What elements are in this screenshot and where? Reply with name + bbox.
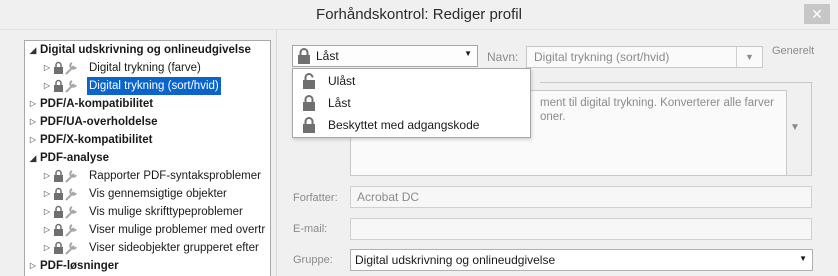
profile-tree[interactable]: ◢ Digital udskrivning og onlineudgivelse… xyxy=(24,40,271,276)
chevron-down-icon: ▼ xyxy=(464,49,472,58)
expand-arrow-icon[interactable]: ◢ xyxy=(28,41,38,59)
tree-group-pdfa[interactable]: ▷ PDF/A-kompatibilitet xyxy=(25,95,270,113)
unlock-icon xyxy=(302,73,316,92)
tree-item-label: Rapporter PDF-syntaksproblemer xyxy=(89,170,261,182)
collapse-arrow-icon[interactable]: ▷ xyxy=(42,239,52,257)
tree-group-pdf-analysis[interactable]: ◢ PDF-analyse xyxy=(25,149,270,167)
chevron-down-icon: ▼ xyxy=(799,254,807,263)
group-dropdown[interactable]: Digital udskrivning og onlineudgivelse ▼ xyxy=(350,249,813,271)
tree-item-label: PDF-løsninger xyxy=(40,260,119,272)
collapse-arrow-icon[interactable]: ▷ xyxy=(28,95,38,113)
tree-item-label: Digital udskrivning og onlineudgivelse xyxy=(40,44,251,56)
general-section-label: Generelt xyxy=(772,45,815,57)
name-label: Navn: xyxy=(487,50,519,64)
tree-group-pdf-fixups[interactable]: ▷ PDF-løsninger xyxy=(25,257,270,275)
expand-arrow-icon[interactable]: ◢ xyxy=(28,149,38,167)
collapse-arrow-icon[interactable]: ▷ xyxy=(28,257,38,275)
panel-divider xyxy=(276,30,277,276)
description-line: oner. xyxy=(540,111,566,123)
tree-item-label: Digital trykning (farve) xyxy=(89,62,201,74)
lock-state-menu: Ulåst Låst Beskyttet med adgangskode xyxy=(292,68,531,138)
email-field[interactable] xyxy=(350,218,812,240)
email-label: E-mail: xyxy=(293,223,328,235)
tree-item[interactable]: ▷ Digital trykning (farve) xyxy=(25,59,270,77)
window-title: Forhåndskontrol: Rediger profil xyxy=(316,6,522,23)
menu-item-locked[interactable]: Låst xyxy=(293,92,530,114)
collapse-arrow-icon[interactable]: ▷ xyxy=(42,221,52,239)
tree-item-label: PDF/X-kompatibilitet xyxy=(40,134,153,146)
tree-item-label: PDF-analyse xyxy=(40,152,110,164)
lock-wrench-icon xyxy=(53,223,83,237)
tree-item[interactable]: ▷ Rapporter PDF-syntaksproblemer xyxy=(25,167,270,185)
tree-item[interactable]: ▷ Viser mulige problemer med overtr xyxy=(25,221,270,239)
lock-wrench-icon xyxy=(53,169,83,183)
tree-item[interactable]: ▷ Vis gennemsigtige objekter xyxy=(25,185,270,203)
group-label: Gruppe: xyxy=(293,254,333,266)
tree-item-selected[interactable]: ▷ Digital trykning (sort/hvid) xyxy=(25,77,270,95)
lock-state-dropdown[interactable]: Låst ▼ xyxy=(292,45,478,67)
author-label: Forfatter: xyxy=(293,192,338,204)
tree-item-label: Digital trykning (sort/hvid) xyxy=(87,77,221,95)
author-field[interactable]: Acrobat DC xyxy=(350,186,812,208)
menu-item-label: Ulåst xyxy=(328,74,356,88)
menu-item-label: Låst xyxy=(328,96,351,110)
lock-wrench-icon xyxy=(53,61,83,75)
collapse-arrow-icon[interactable]: ▷ xyxy=(28,113,38,131)
close-button[interactable]: ✕ xyxy=(804,4,830,24)
collapse-arrow-icon[interactable]: ▷ xyxy=(28,131,38,149)
lock-icon xyxy=(297,48,311,67)
name-field[interactable]: Digital trykning (sort/hvid) ▼ xyxy=(526,46,763,68)
tree-item-label: Vis mulige skrifttypeproblemer xyxy=(89,206,243,218)
description-frame xyxy=(787,90,812,176)
lock-wrench-icon xyxy=(53,79,83,93)
collapse-arrow-icon[interactable]: ▷ xyxy=(42,167,52,185)
lock-wrench-icon xyxy=(53,241,83,255)
collapse-arrow-icon[interactable]: ▷ xyxy=(42,185,52,203)
tree-item[interactable]: ▷ Vis mulige skrifttypeproblemer xyxy=(25,203,270,221)
chevron-down-icon[interactable]: ▼ xyxy=(736,47,762,67)
author-value: Acrobat DC xyxy=(357,190,420,204)
tree-item-label: Viser sideobjekter grupperet efter xyxy=(89,242,259,254)
tree-item-label: PDF/A-kompatibilitet xyxy=(40,98,154,110)
collapse-arrow-icon[interactable]: ▷ xyxy=(42,59,52,77)
lock-wrench-icon xyxy=(53,205,83,219)
chevron-down-icon[interactable]: ▼ xyxy=(790,122,800,133)
tree-item-label: Vis gennemsigtige objekter xyxy=(89,188,227,200)
tree-group-digital-printing[interactable]: ◢ Digital udskrivning og onlineudgivelse xyxy=(25,41,270,59)
menu-item-unlocked[interactable]: Ulåst xyxy=(293,70,530,92)
group-value: Digital udskrivning og onlineudgivelse xyxy=(355,253,556,267)
lock-wrench-icon xyxy=(53,187,83,201)
name-value: Digital trykning (sort/hvid) xyxy=(534,50,670,64)
collapse-arrow-icon[interactable]: ▷ xyxy=(42,77,52,95)
tree-item-label: PDF/UA-overholdelse xyxy=(40,116,158,128)
collapse-arrow-icon[interactable]: ▷ xyxy=(42,203,52,221)
tree-item-label: Viser mulige problemer med overtr xyxy=(89,224,266,236)
tree-item[interactable]: ▷ Viser sideobjekter grupperet efter xyxy=(25,239,270,257)
tree-group-pdfua[interactable]: ▷ PDF/UA-overholdelse xyxy=(25,113,270,131)
menu-item-label: Beskyttet med adgangskode xyxy=(328,118,480,132)
title-bar: Forhåndskontrol: Rediger profil ✕ xyxy=(0,0,838,30)
lock-icon xyxy=(302,117,316,136)
tree-group-pdfx[interactable]: ▷ PDF/X-kompatibilitet xyxy=(25,131,270,149)
lock-icon xyxy=(302,95,316,114)
lock-state-value: Låst xyxy=(316,49,339,63)
menu-item-password-protected[interactable]: Beskyttet med adgangskode xyxy=(293,114,530,136)
description-frame xyxy=(540,82,812,90)
description-line: ment til digital trykning. Konverterer a… xyxy=(540,97,774,109)
